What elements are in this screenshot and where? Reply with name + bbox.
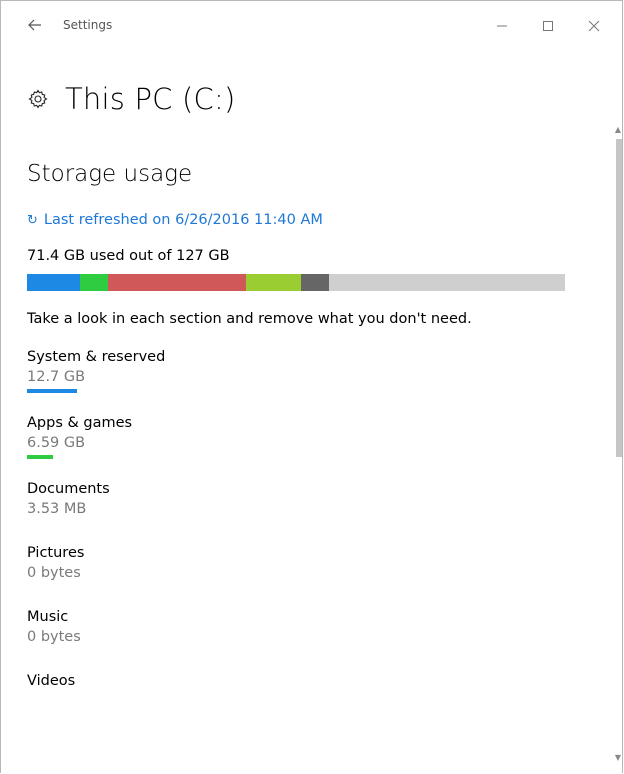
category-size: 0 bytes [27, 565, 81, 581]
category-list: System & reserved 12.7 GB Apps & games 6.59… [27, 347, 587, 691]
used-summary: 71.4 GB used out of 127 GB [27, 248, 230, 264]
category-usage-bar [27, 389, 77, 393]
scroll-down-icon[interactable]: ▼ [613, 753, 622, 765]
section-title: Storage usage [27, 161, 193, 187]
category-item[interactable]: Pictures 0 bytes [27, 543, 587, 583]
refresh-link[interactable]: ↻ Last refreshed on 6/26/2016 11:40 AM [27, 210, 587, 230]
category-name: Apps & games [27, 415, 133, 431]
scrollbar[interactable]: ▲ ▼ [613, 125, 622, 765]
category-name: System & reserved [27, 349, 166, 365]
segment-system [27, 274, 80, 291]
segment-gray [300, 274, 329, 291]
maximize-button[interactable] [525, 11, 571, 41]
category-size: 0 bytes [27, 629, 81, 645]
close-button[interactable] [571, 11, 617, 41]
category-size: 6.59 GB [27, 435, 86, 451]
scroll-up-icon[interactable]: ▲ [613, 125, 622, 137]
gear-icon [27, 88, 49, 110]
title-bar: Settings [1, 1, 622, 55]
settings-window: Settings This PC (C:) Storage usage ↻ La… [0, 0, 623, 773]
refresh-text: Last refreshed on 6/26/2016 11:40 AM [43, 212, 323, 228]
segment-red [107, 274, 246, 291]
category-item[interactable]: Apps & games 6.59 GB [27, 413, 587, 459]
category-name: Documents [27, 481, 110, 497]
storage-usage-bar [27, 274, 565, 291]
category-item[interactable]: System & reserved 12.7 GB [27, 347, 587, 393]
hint-text: Take a look in each section and remove w… [27, 311, 472, 327]
category-name: Music [27, 609, 69, 625]
close-icon [588, 20, 600, 32]
category-size: 12.7 GB [27, 369, 86, 385]
category-item[interactable]: Music 0 bytes [27, 607, 587, 647]
category-name: Videos [27, 673, 76, 689]
scroll-thumb[interactable] [616, 139, 622, 457]
segment-apps [79, 274, 108, 291]
app-title: Settings [63, 18, 113, 32]
category-item[interactable]: Documents 3.53 MB [27, 479, 587, 519]
maximize-icon [543, 21, 553, 31]
minimize-button[interactable] [479, 11, 525, 41]
storage-content: Storage usage ↻ Last refreshed on 6/26/20… [27, 151, 587, 691]
back-button[interactable] [27, 17, 43, 33]
minimize-icon [497, 25, 507, 27]
category-item[interactable]: Videos [27, 671, 587, 691]
page-title: This PC (C:) [65, 82, 236, 116]
segment-lime [245, 274, 301, 291]
category-size: 3.53 MB [27, 501, 87, 517]
category-name: Pictures [27, 545, 85, 561]
page-header: This PC (C:) [27, 79, 235, 119]
refresh-icon: ↻ [27, 213, 38, 228]
back-arrow-icon [28, 19, 41, 31]
category-usage-bar [27, 455, 53, 459]
